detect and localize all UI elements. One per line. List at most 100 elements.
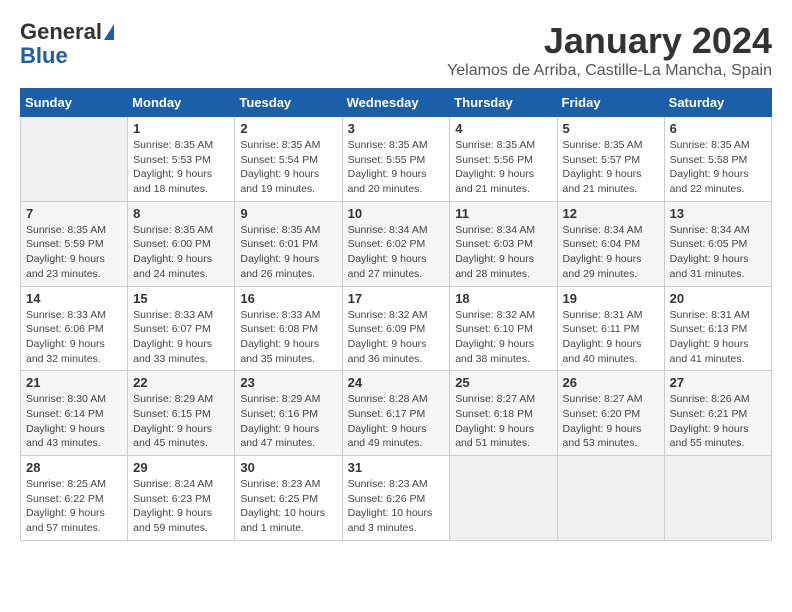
day-number: 18 (455, 291, 551, 306)
day-info: Sunrise: 8:29 AM Sunset: 6:15 PM Dayligh… (133, 392, 229, 451)
day-info: Sunrise: 8:26 AM Sunset: 6:21 PM Dayligh… (670, 392, 766, 451)
day-number: 14 (26, 291, 122, 306)
day-cell: 19 Sunrise: 8:31 AM Sunset: 6:11 PM Dayli… (557, 286, 664, 371)
header-cell-wednesday: Wednesday (342, 89, 450, 117)
calendar-header: SundayMondayTuesdayWednesdayThursdayFrid… (21, 89, 772, 117)
day-cell: 11Sunrise: 8:34 AM Sunset: 6:03 PM Dayli… (450, 201, 557, 286)
day-cell: 31 Sunrise: 8:23 AM Sunset: 6:26 PM Dayli… (342, 456, 450, 541)
day-info: Sunrise: 8:27 AM Sunset: 6:18 PM Dayligh… (455, 392, 551, 451)
day-number: 17 (348, 291, 445, 306)
day-number: 5 (563, 121, 659, 136)
day-info: Sunrise: 8:35 AM Sunset: 5:56 PM Dayligh… (455, 138, 551, 197)
day-number: 28 (26, 460, 122, 475)
header-cell-sunday: Sunday (21, 89, 128, 117)
day-info: Sunrise: 8:27 AM Sunset: 6:20 PM Dayligh… (563, 392, 659, 451)
day-info: Sunrise: 8:35 AM Sunset: 5:53 PM Dayligh… (133, 138, 229, 197)
day-info: Sunrise: 8:31 AM Sunset: 6:11 PM Dayligh… (563, 308, 659, 367)
day-number: 7 (26, 206, 122, 221)
logo: General Blue (20, 20, 114, 68)
day-number: 16 (240, 291, 336, 306)
page-header: General Blue January 2024 Yelamos de Arr… (20, 20, 772, 80)
day-number: 26 (563, 375, 659, 390)
day-cell (664, 456, 771, 541)
day-info: Sunrise: 8:35 AM Sunset: 5:58 PM Dayligh… (670, 138, 766, 197)
day-info: Sunrise: 8:24 AM Sunset: 6:23 PM Dayligh… (133, 477, 229, 536)
header-cell-tuesday: Tuesday (235, 89, 342, 117)
title-area: January 2024 Yelamos de Arriba, Castille… (447, 20, 772, 80)
day-cell: 5 Sunrise: 8:35 AM Sunset: 5:57 PM Daylig… (557, 117, 664, 202)
day-info: Sunrise: 8:35 AM Sunset: 5:54 PM Dayligh… (240, 138, 336, 197)
day-number: 21 (26, 375, 122, 390)
day-info: Sunrise: 8:32 AM Sunset: 6:10 PM Dayligh… (455, 308, 551, 367)
day-cell: 12Sunrise: 8:34 AM Sunset: 6:04 PM Dayli… (557, 201, 664, 286)
day-number: 1 (133, 121, 229, 136)
location-subtitle: Yelamos de Arriba, Castille-La Mancha, S… (447, 62, 772, 80)
day-cell: 3 Sunrise: 8:35 AM Sunset: 5:55 PM Daylig… (342, 117, 450, 202)
day-info: Sunrise: 8:33 AM Sunset: 6:07 PM Dayligh… (133, 308, 229, 367)
day-info: Sunrise: 8:34 AM Sunset: 6:03 PM Dayligh… (455, 223, 551, 282)
day-cell (21, 117, 128, 202)
logo-general-text: General (20, 20, 102, 44)
day-cell: 22 Sunrise: 8:29 AM Sunset: 6:15 PM Dayli… (128, 371, 235, 456)
day-number: 24 (348, 375, 445, 390)
day-cell: 10 Sunrise: 8:34 AM Sunset: 6:02 PM Dayli… (342, 201, 450, 286)
logo-triangle-icon (104, 24, 114, 40)
day-info: Sunrise: 8:32 AM Sunset: 6:09 PM Dayligh… (348, 308, 445, 367)
day-info: Sunrise: 8:30 AM Sunset: 6:14 PM Dayligh… (26, 392, 122, 451)
day-number: 25 (455, 375, 551, 390)
day-cell: 28 Sunrise: 8:25 AM Sunset: 6:22 PM Dayli… (21, 456, 128, 541)
day-info: Sunrise: 8:34 AM Sunset: 6:04 PM Dayligh… (563, 223, 659, 282)
day-cell: 7 Sunrise: 8:35 AM Sunset: 5:59 PM Daylig… (21, 201, 128, 286)
day-cell: 9Sunrise: 8:35 AM Sunset: 6:01 PM Daylig… (235, 201, 342, 286)
day-cell: 8 Sunrise: 8:35 AM Sunset: 6:00 PM Daylig… (128, 201, 235, 286)
day-number: 15 (133, 291, 229, 306)
day-info: Sunrise: 8:35 AM Sunset: 5:59 PM Dayligh… (26, 223, 122, 282)
day-info: Sunrise: 8:35 AM Sunset: 5:55 PM Dayligh… (348, 138, 445, 197)
day-info: Sunrise: 8:25 AM Sunset: 6:22 PM Dayligh… (26, 477, 122, 536)
day-cell: 26 Sunrise: 8:27 AM Sunset: 6:20 PM Dayli… (557, 371, 664, 456)
day-info: Sunrise: 8:35 AM Sunset: 5:57 PM Dayligh… (563, 138, 659, 197)
header-cell-saturday: Saturday (664, 89, 771, 117)
day-cell: 4 Sunrise: 8:35 AM Sunset: 5:56 PM Daylig… (450, 117, 557, 202)
day-number: 23 (240, 375, 336, 390)
day-number: 13 (670, 206, 766, 221)
day-number: 22 (133, 375, 229, 390)
day-cell: 18 Sunrise: 8:32 AM Sunset: 6:10 PM Dayli… (450, 286, 557, 371)
day-info: Sunrise: 8:31 AM Sunset: 6:13 PM Dayligh… (670, 308, 766, 367)
day-number: 20 (670, 291, 766, 306)
day-number: 2 (240, 121, 336, 136)
day-info: Sunrise: 8:29 AM Sunset: 6:16 PM Dayligh… (240, 392, 336, 451)
logo-blue-text: Blue (20, 44, 114, 68)
day-number: 30 (240, 460, 336, 475)
day-info: Sunrise: 8:35 AM Sunset: 6:01 PM Dayligh… (240, 223, 336, 282)
day-number: 10 (348, 206, 445, 221)
day-info: Sunrise: 8:23 AM Sunset: 6:26 PM Dayligh… (348, 477, 445, 536)
day-number: 4 (455, 121, 551, 136)
day-cell: 14 Sunrise: 8:33 AM Sunset: 6:06 PM Dayli… (21, 286, 128, 371)
day-info: Sunrise: 8:28 AM Sunset: 6:17 PM Dayligh… (348, 392, 445, 451)
header-cell-monday: Monday (128, 89, 235, 117)
day-number: 3 (348, 121, 445, 136)
day-number: 8 (133, 206, 229, 221)
header-row: SundayMondayTuesdayWednesdayThursdayFrid… (21, 89, 772, 117)
day-info: Sunrise: 8:33 AM Sunset: 6:06 PM Dayligh… (26, 308, 122, 367)
week-row-3: 14 Sunrise: 8:33 AM Sunset: 6:06 PM Dayli… (21, 286, 772, 371)
day-info: Sunrise: 8:34 AM Sunset: 6:05 PM Dayligh… (670, 223, 766, 282)
calendar-table: SundayMondayTuesdayWednesdayThursdayFrid… (20, 88, 772, 541)
day-cell: 15 Sunrise: 8:33 AM Sunset: 6:07 PM Dayli… (128, 286, 235, 371)
day-cell: 24 Sunrise: 8:28 AM Sunset: 6:17 PM Dayli… (342, 371, 450, 456)
day-info: Sunrise: 8:34 AM Sunset: 6:02 PM Dayligh… (348, 223, 445, 282)
day-cell: 20 Sunrise: 8:31 AM Sunset: 6:13 PM Dayli… (664, 286, 771, 371)
week-row-4: 21 Sunrise: 8:30 AM Sunset: 6:14 PM Dayli… (21, 371, 772, 456)
day-number: 19 (563, 291, 659, 306)
day-cell: 2 Sunrise: 8:35 AM Sunset: 5:54 PM Daylig… (235, 117, 342, 202)
day-cell: 21 Sunrise: 8:30 AM Sunset: 6:14 PM Dayli… (21, 371, 128, 456)
day-number: 29 (133, 460, 229, 475)
day-info: Sunrise: 8:35 AM Sunset: 6:00 PM Dayligh… (133, 223, 229, 282)
day-cell: 23 Sunrise: 8:29 AM Sunset: 6:16 PM Dayli… (235, 371, 342, 456)
day-cell: 29 Sunrise: 8:24 AM Sunset: 6:23 PM Dayli… (128, 456, 235, 541)
day-cell: 30 Sunrise: 8:23 AM Sunset: 6:25 PM Dayli… (235, 456, 342, 541)
day-info: Sunrise: 8:23 AM Sunset: 6:25 PM Dayligh… (240, 477, 336, 536)
day-cell: 16Sunrise: 8:33 AM Sunset: 6:08 PM Dayli… (235, 286, 342, 371)
day-number: 31 (348, 460, 445, 475)
